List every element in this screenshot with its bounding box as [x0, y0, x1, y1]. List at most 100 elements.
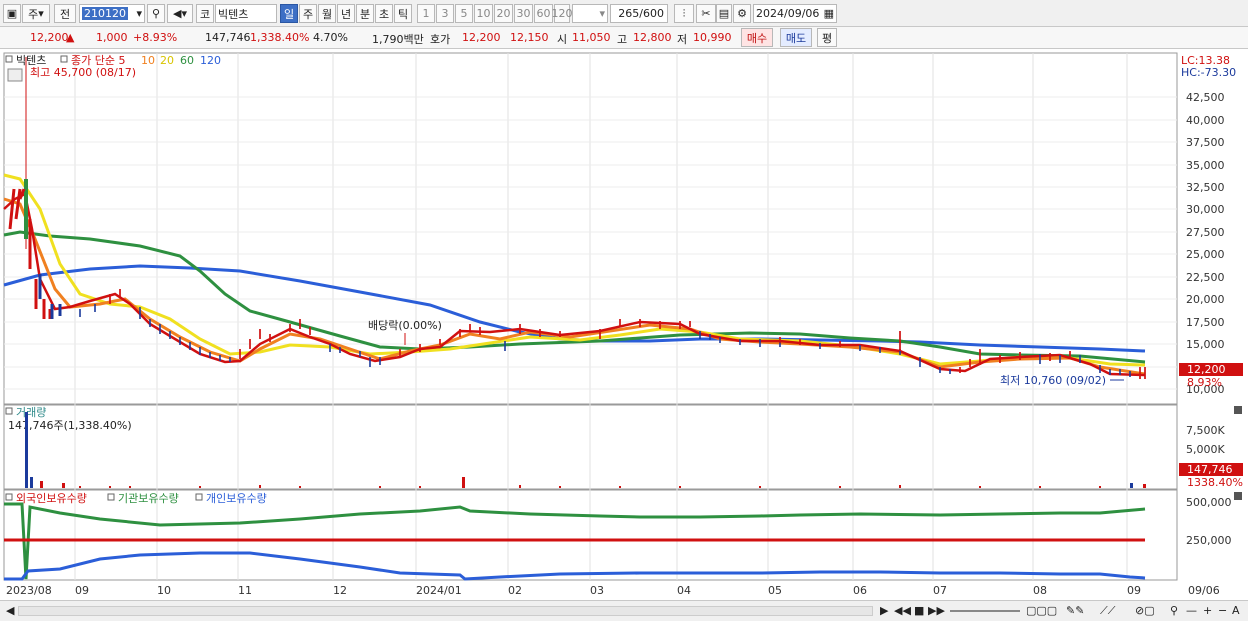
timeframe-second[interactable]: 초 — [375, 4, 393, 23]
speaker-icon[interactable]: ◀▾ — [167, 4, 193, 23]
interval-60[interactable]: 60 — [534, 4, 553, 23]
gear-icon[interactable]: ⚙ — [733, 4, 751, 23]
candle-icon[interactable]: ⫶ — [674, 4, 694, 23]
x-tick: 06 — [853, 584, 867, 597]
date-field[interactable]: 2024/09/06 ▦ — [753, 4, 837, 23]
price-tick: 20,000 — [1186, 293, 1225, 306]
fast-forward-icon[interactable]: ▶▶ — [928, 604, 945, 617]
candle-spike — [24, 179, 28, 239]
rewind-icon[interactable]: ◀◀ — [894, 604, 911, 617]
draw-icon[interactable]: ✎✎ — [1066, 604, 1084, 617]
minus-icon[interactable]: − — [1218, 604, 1227, 617]
buy-button[interactable]: 매수 — [741, 28, 773, 47]
interval-1[interactable]: 1 — [417, 4, 435, 23]
price-tick: 15,000 — [1186, 338, 1225, 351]
search-icon[interactable]: ⚲ — [147, 4, 165, 23]
status-bar: ◀ ▶ ◀◀ ■ ▶▶ ▢▢▢ ✎✎ ⟋⟋ ⊘▢ ⚲ — + − A — [0, 600, 1248, 621]
tools-icon[interactable]: ✂ — [696, 4, 716, 23]
horizontal-scrollbar[interactable] — [18, 606, 873, 616]
legend-indiv[interactable]: 개인보유수량 — [206, 492, 267, 505]
legend-ma120[interactable]: 120 — [200, 54, 221, 67]
x-axis: 2023/08 09 10 11 12 2024/01 02 03 04 05 … — [6, 584, 1220, 597]
prev-button[interactable]: 전 — [54, 4, 76, 23]
price-tick: 22,500 — [1186, 271, 1225, 284]
legend-foreign[interactable]: 외국인보유수량 — [16, 492, 87, 505]
low-label: 저 — [677, 33, 688, 46]
line-tool-icon[interactable]: ⟋⟋ — [1100, 604, 1115, 618]
quote-turnover: 4.70% — [313, 31, 348, 44]
x-tick: 09 — [75, 584, 89, 597]
timeframe-month[interactable]: 월 — [318, 4, 336, 23]
interval-20[interactable]: 20 — [494, 4, 513, 23]
save-icon[interactable]: ▤ — [716, 4, 732, 23]
stock-code-input[interactable]: 210120 ▾ — [79, 4, 145, 23]
volume-title[interactable]: 거래량 — [16, 406, 46, 419]
calendar-icon[interactable] — [7, 68, 23, 82]
font-size-icon[interactable]: A — [1232, 604, 1240, 617]
window-icon[interactable]: ▣ — [3, 4, 21, 23]
timeframe-year[interactable]: 년 — [337, 4, 355, 23]
current-pct-label: 8.93% — [1187, 376, 1222, 389]
period-select[interactable]: 주 ▾ — [22, 4, 50, 23]
timeframe-day[interactable]: 일 — [280, 4, 298, 23]
price-tick: 27,500 — [1186, 226, 1225, 239]
quote-price: 12,200 — [30, 31, 69, 44]
interval-10[interactable]: 10 — [474, 4, 493, 23]
count-field[interactable]: 265/600 — [610, 4, 668, 23]
interval-3[interactable]: 3 — [436, 4, 454, 23]
scroll-left-icon[interactable]: ◀ — [6, 604, 14, 617]
low-annotation: 최저 10,760 (09/02) — [1000, 374, 1106, 387]
zoom-out-icon[interactable]: — — [1186, 604, 1197, 617]
quote-change-pct: +8.93% — [133, 31, 178, 44]
timeframe-tick[interactable]: 틱 — [394, 4, 412, 23]
interval-120[interactable]: 120 — [552, 4, 573, 23]
calendar-icon: ▦ — [823, 7, 834, 20]
legend-inst[interactable]: 기관보유수량 — [118, 492, 179, 505]
toolbar: ▣ 주 ▾ 전 210120 ▾ ⚲ ◀▾ 코 빅텐츠 일 주 월 년 분 초 틱 … — [0, 0, 1248, 27]
close-icon[interactable] — [1234, 492, 1242, 500]
quote-bar: 12,200 ▲ 1,000 +8.93% 147,746 1,338.40% … — [0, 27, 1248, 49]
volume-tick: 5,000K — [1186, 443, 1225, 456]
zoom-icon[interactable]: ⚲ — [1170, 604, 1178, 617]
count-max: /600 — [639, 7, 664, 20]
sell-button[interactable]: 매도 — [780, 28, 812, 47]
price-tick: 40,000 — [1186, 114, 1225, 127]
x-tick: 2024/01 — [416, 584, 462, 597]
stock-code-value: 210120 — [82, 7, 128, 20]
price-tick: 42,500 — [1186, 91, 1225, 104]
chart-area[interactable]: 42,500 40,000 37,500 35,000 32,500 30,00… — [0, 49, 1248, 600]
up-arrow-icon: ▲ — [66, 31, 75, 44]
close-icon[interactable] — [1234, 406, 1242, 414]
x-tick: 07 — [933, 584, 947, 597]
chevron-down-icon: ▾ — [599, 7, 605, 20]
x-tick: 04 — [677, 584, 691, 597]
stop-icon[interactable]: ■ — [914, 604, 924, 617]
legend-ma60[interactable]: 60 — [180, 54, 194, 67]
zoom-in-icon[interactable]: + — [1203, 604, 1212, 617]
quote-ask: 12,200 — [462, 31, 501, 44]
open-label: 시 — [557, 33, 568, 46]
quote-open: 11,050 — [572, 31, 611, 44]
eval-button[interactable]: 평 — [817, 28, 837, 47]
current-volume-label: 147,746 — [1187, 463, 1233, 476]
play-icon[interactable]: ▶ — [880, 604, 888, 617]
legend-ma20[interactable]: 20 — [160, 54, 174, 67]
chart-svg: 42,500 40,000 37,500 35,000 32,500 30,00… — [3, 52, 1243, 597]
zoom-slider[interactable] — [950, 610, 1020, 612]
period-label: 주 — [28, 7, 39, 21]
interval-custom-input[interactable]: ▾ — [572, 4, 608, 23]
interval-30[interactable]: 30 — [514, 4, 533, 23]
legend-ma10[interactable]: 10 — [141, 54, 155, 67]
hoga-label: 호가 — [430, 33, 451, 46]
interval-5[interactable]: 5 — [455, 4, 473, 23]
hc-label: HC:-73.30 — [1181, 66, 1236, 79]
layout-icon[interactable]: ▢▢▢ — [1026, 604, 1057, 617]
quote-high: 12,800 — [633, 31, 672, 44]
stock-name-field[interactable]: 빅텐츠 — [215, 4, 277, 23]
x-tick-right: 09/06 — [1188, 584, 1220, 597]
dividend-annotation: 배당락(0.00%) — [368, 319, 442, 332]
high-label: 고 — [617, 33, 628, 46]
clear-icon[interactable]: ⊘▢ — [1135, 604, 1155, 617]
timeframe-week[interactable]: 주 — [299, 4, 317, 23]
timeframe-minute[interactable]: 분 — [356, 4, 374, 23]
